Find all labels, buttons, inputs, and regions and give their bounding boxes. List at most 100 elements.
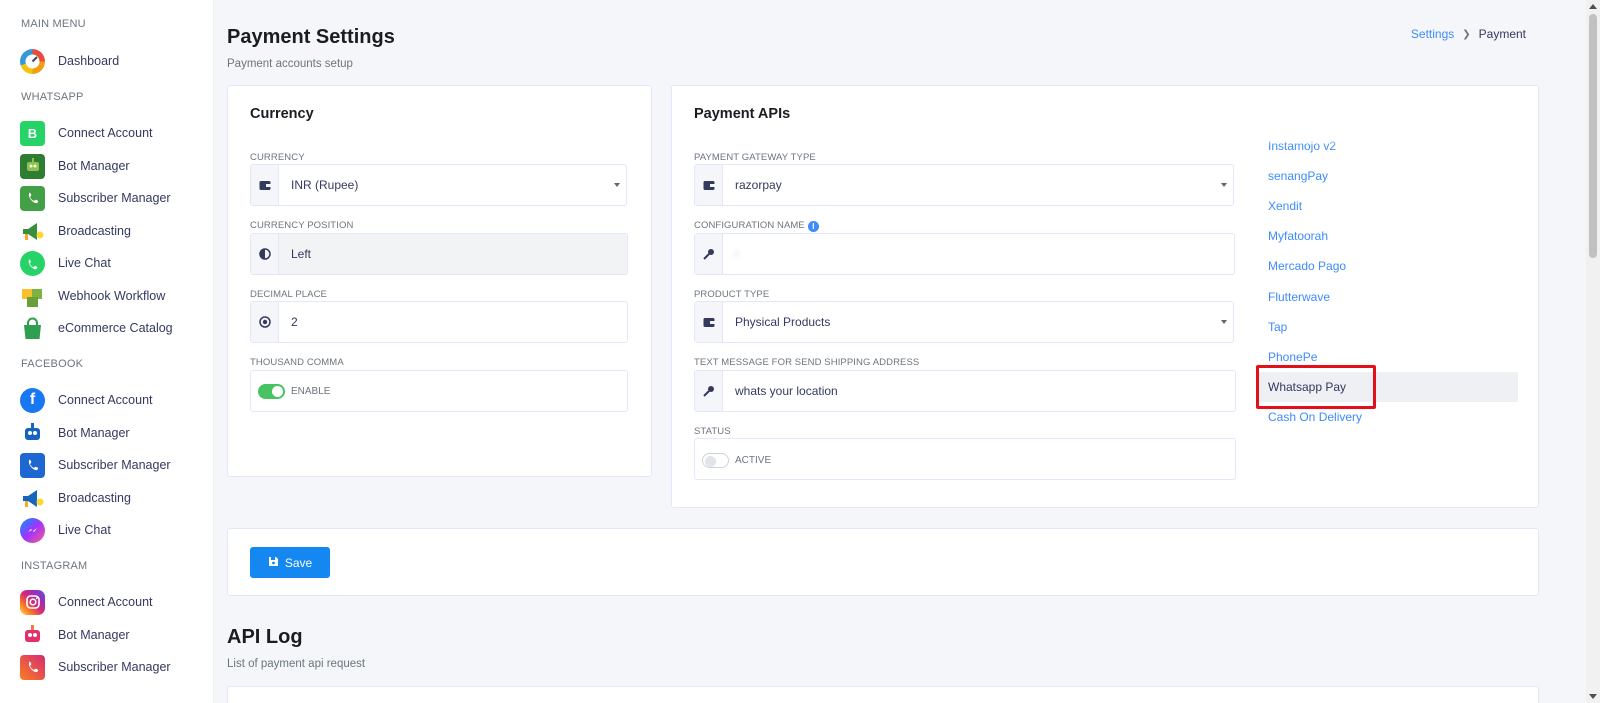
toggle-knob: [272, 386, 283, 397]
actions-card: Save: [227, 528, 1539, 596]
status-box: [694, 438, 1236, 480]
sidebar-item-fb-live-chat[interactable]: Live Chat: [0, 514, 213, 547]
currency-value: INR (Rupee): [291, 178, 359, 192]
currency-position-value: Left: [279, 234, 627, 274]
sidebar-item-wa-connect-account[interactable]: B Connect Account: [0, 117, 213, 150]
sidebar-item-label: Subscriber Manager: [58, 191, 171, 206]
sidebar: MAIN MENU Dashboard WHATSAPP B Connect A…: [0, 0, 214, 703]
status-toggle[interactable]: [702, 453, 729, 468]
gateway-type-value: razorpay: [735, 178, 782, 192]
decimal-place-label: DECIMAL PLACE: [250, 289, 327, 300]
sidebar-item-wa-bot-manager[interactable]: Bot Manager: [0, 150, 213, 183]
scrollbar-thumb[interactable]: [1589, 14, 1597, 258]
gateway-item-mercado-pago[interactable]: Mercado Pago: [1256, 251, 1518, 281]
sidebar-item-ig-connect-account[interactable]: Connect Account: [0, 586, 213, 619]
shipping-msg-label: TEXT MESSAGE FOR SEND SHIPPING ADDRESS: [694, 357, 920, 368]
product-type-select[interactable]: Physical Products: [694, 301, 1234, 343]
sidebar-item-ig-subscriber-manager[interactable]: Subscriber Manager: [0, 651, 213, 684]
scroll-down-arrow-icon[interactable]: [1589, 694, 1597, 699]
config-name-text: r: [735, 247, 739, 261]
caret-down-icon: [614, 183, 620, 187]
sidebar-item-label: eCommerce Catalog: [58, 321, 173, 336]
gateway-item-myfatoorah[interactable]: Myfatoorah: [1256, 221, 1518, 251]
shipping-msg-value: whats your location: [735, 384, 838, 398]
page-title: Payment Settings: [227, 26, 395, 48]
robot-icon: [20, 623, 45, 648]
save-button-label: Save: [284, 555, 313, 570]
save-button[interactable]: Save: [250, 547, 330, 578]
gateway-item-tap[interactable]: Tap: [1256, 312, 1518, 342]
wallet-icon: [695, 165, 723, 205]
messenger-icon: [20, 517, 45, 543]
page-scrollbar[interactable]: [1586, 0, 1600, 703]
caret-down-icon: [1221, 320, 1227, 324]
robot-icon: [20, 421, 45, 446]
breadcrumb-settings-link[interactable]: Settings: [1411, 27, 1454, 41]
robot-icon: [20, 153, 45, 179]
sidebar-item-label: Bot Manager: [58, 628, 130, 643]
sidebar-item-fb-bot-manager[interactable]: Bot Manager: [0, 417, 213, 450]
megaphone-icon: [20, 219, 45, 244]
megaphone-icon: [20, 486, 45, 511]
sidebar-item-fb-subscriber-manager[interactable]: Subscriber Manager: [0, 449, 213, 482]
gateway-type-label: PAYMENT GATEWAY TYPE: [694, 152, 816, 163]
sidebar-item-fb-broadcasting[interactable]: Broadcasting: [0, 482, 213, 515]
api-log-subtitle: List of payment api request: [227, 658, 366, 670]
sidebar-item-label: Connect Account: [58, 126, 153, 141]
menu-section-main: MAIN MENU: [0, 12, 213, 36]
decimal-place-input[interactable]: 2: [250, 301, 628, 343]
gateway-item-xendit[interactable]: Xendit: [1256, 191, 1518, 221]
config-name-input[interactable]: r: [694, 233, 1235, 275]
highlight-box: [1256, 365, 1376, 409]
gateway-item-senangpay[interactable]: senangPay: [1256, 161, 1518, 191]
dot-circle-icon: [251, 302, 279, 342]
gateway-item-flutterwave[interactable]: Flutterwave: [1256, 282, 1518, 312]
shipping-msg-input[interactable]: whats your location: [694, 370, 1236, 412]
sidebar-item-label: Webhook Workflow: [58, 289, 166, 304]
thousand-comma-toggle[interactable]: [258, 384, 285, 399]
sidebar-item-label: Connect Account: [58, 595, 153, 610]
sidebar-item-label: Bot Manager: [58, 426, 130, 441]
sidebar-item-label: Bot Manager: [58, 159, 130, 174]
main-content: Payment Settings Payment accounts setup …: [214, 0, 1586, 703]
caret-down-icon: [1221, 183, 1227, 187]
product-type-value: Physical Products: [735, 315, 831, 329]
sidebar-item-fb-connect-account[interactable]: f Connect Account: [0, 384, 213, 417]
scroll-up-arrow-icon[interactable]: [1589, 4, 1597, 9]
save-icon: [268, 556, 279, 570]
shopping-bag-icon: [20, 316, 45, 341]
instagram-icon: [20, 589, 45, 615]
currency-position-label: CURRENCY POSITION: [250, 220, 354, 231]
currency-position-field: Left: [250, 233, 628, 275]
config-name-value: r: [723, 234, 1234, 274]
status-label: STATUS: [694, 426, 731, 437]
menu-header-instagram: INSTAGRAM: [21, 560, 88, 572]
sidebar-item-dashboard[interactable]: Dashboard: [0, 45, 213, 78]
currency-select[interactable]: INR (Rupee): [250, 164, 627, 206]
sidebar-item-wa-subscriber-manager[interactable]: Subscriber Manager: [0, 182, 213, 215]
gateway-type-select[interactable]: razorpay: [694, 164, 1234, 206]
half-circle-icon: [251, 234, 279, 274]
key-icon: [695, 371, 723, 411]
sidebar-item-label: Subscriber Manager: [58, 660, 171, 675]
toggle-knob: [705, 455, 716, 467]
sidebar-item-ig-bot-manager[interactable]: Bot Manager: [0, 619, 213, 652]
config-name-label-text: CONFIGURATION NAME: [694, 220, 805, 231]
sidebar-item-label: Dashboard: [58, 54, 120, 69]
payment-apis-card: Payment APIs PAYMENT GATEWAY TYPE razorp…: [671, 85, 1539, 508]
whatsapp-business-icon: B: [20, 120, 45, 146]
menu-header-whatsapp: WHATSAPP: [21, 91, 84, 103]
info-icon[interactable]: i: [807, 221, 819, 232]
sidebar-item-label: Connect Account: [58, 393, 153, 408]
sidebar-item-wa-ecommerce-catalog[interactable]: eCommerce Catalog: [0, 312, 213, 345]
payment-apis-title: Payment APIs: [694, 106, 791, 122]
config-name-label: CONFIGURATION NAME i: [694, 220, 819, 232]
sidebar-item-wa-live-chat[interactable]: Live Chat: [0, 247, 213, 280]
sidebar-item-label: Broadcasting: [58, 224, 131, 239]
fade-top: [1256, 134, 1522, 146]
sidebar-item-wa-broadcasting[interactable]: Broadcasting: [0, 215, 213, 248]
thousand-comma-toggle-label: ENABLE: [291, 386, 331, 397]
sidebar-item-wa-webhook-workflow[interactable]: Webhook Workflow: [0, 280, 213, 313]
sidebar-item-label: Broadcasting: [58, 491, 131, 506]
facebook-icon: f: [20, 387, 45, 413]
